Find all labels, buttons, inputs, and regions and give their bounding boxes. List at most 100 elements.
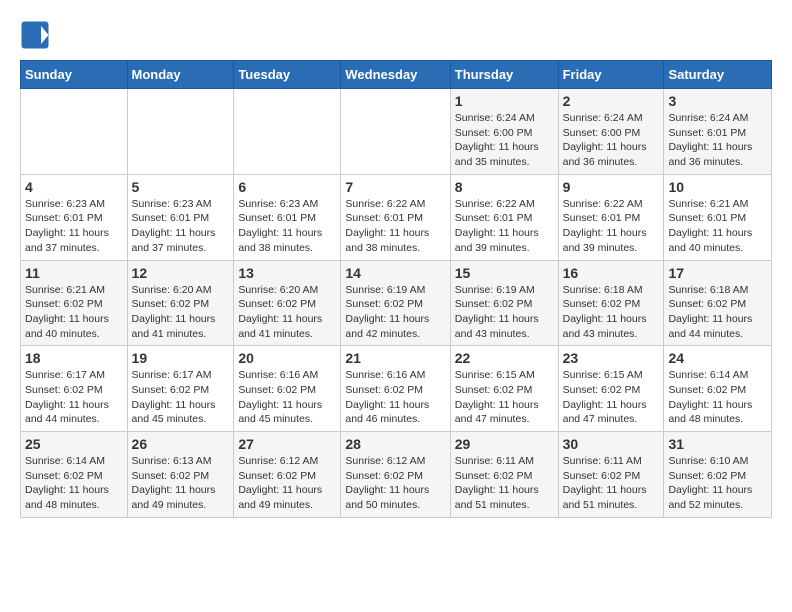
day-number: 20 bbox=[238, 350, 336, 366]
calendar-table: SundayMondayTuesdayWednesdayThursdayFrid… bbox=[20, 60, 772, 518]
day-detail: Sunrise: 6:13 AM Sunset: 6:02 PM Dayligh… bbox=[132, 454, 230, 513]
day-number: 15 bbox=[455, 265, 554, 281]
calendar-day-cell: 10 Sunrise: 6:21 AM Sunset: 6:01 PM Dayli… bbox=[664, 174, 772, 260]
day-detail: Sunrise: 6:19 AM Sunset: 6:02 PM Dayligh… bbox=[345, 283, 445, 342]
day-detail: Sunrise: 6:20 AM Sunset: 6:02 PM Dayligh… bbox=[238, 283, 336, 342]
day-number: 18 bbox=[25, 350, 123, 366]
day-number: 8 bbox=[455, 179, 554, 195]
page-header bbox=[20, 20, 772, 50]
day-detail: Sunrise: 6:23 AM Sunset: 6:01 PM Dayligh… bbox=[25, 197, 123, 256]
day-number: 16 bbox=[563, 265, 660, 281]
calendar-day-cell: 14 Sunrise: 6:19 AM Sunset: 6:02 PM Dayli… bbox=[341, 260, 450, 346]
calendar-day-cell: 9 Sunrise: 6:22 AM Sunset: 6:01 PM Daylig… bbox=[558, 174, 664, 260]
calendar-day-cell: 25Sunrise: 6:14 AM Sunset: 6:02 PM Dayli… bbox=[21, 432, 128, 518]
calendar-day-cell: 5 Sunrise: 6:23 AM Sunset: 6:01 PM Daylig… bbox=[127, 174, 234, 260]
day-detail: Sunrise: 6:11 AM Sunset: 6:02 PM Dayligh… bbox=[455, 454, 554, 513]
day-detail: Sunrise: 6:20 AM Sunset: 6:02 PM Dayligh… bbox=[132, 283, 230, 342]
day-number: 10 bbox=[668, 179, 767, 195]
day-detail: Sunrise: 6:15 AM Sunset: 6:02 PM Dayligh… bbox=[455, 368, 554, 427]
day-detail: Sunrise: 6:24 AM Sunset: 6:00 PM Dayligh… bbox=[563, 111, 660, 170]
day-detail: Sunrise: 6:15 AM Sunset: 6:02 PM Dayligh… bbox=[563, 368, 660, 427]
calendar-day-cell: 28 Sunrise: 6:12 AM Sunset: 6:02 PM Dayli… bbox=[341, 432, 450, 518]
day-number: 23 bbox=[563, 350, 660, 366]
day-detail: Sunrise: 6:12 AM Sunset: 6:02 PM Dayligh… bbox=[345, 454, 445, 513]
day-detail: Sunrise: 6:14 AM Sunset: 6:02 PM Dayligh… bbox=[668, 368, 767, 427]
calendar-day-cell: 7 Sunrise: 6:22 AM Sunset: 6:01 PM Daylig… bbox=[341, 174, 450, 260]
day-of-week-header: Thursday bbox=[450, 61, 558, 89]
calendar-day-cell: 19 Sunrise: 6:17 AM Sunset: 6:02 PM Dayli… bbox=[127, 346, 234, 432]
day-number: 22 bbox=[455, 350, 554, 366]
logo bbox=[20, 20, 54, 50]
calendar-week-row: 18 Sunrise: 6:17 AM Sunset: 6:02 PM Dayli… bbox=[21, 346, 772, 432]
calendar-day-cell: 4 Sunrise: 6:23 AM Sunset: 6:01 PM Daylig… bbox=[21, 174, 128, 260]
day-detail: Sunrise: 6:23 AM Sunset: 6:01 PM Dayligh… bbox=[132, 197, 230, 256]
day-detail: Sunrise: 6:17 AM Sunset: 6:02 PM Dayligh… bbox=[25, 368, 123, 427]
day-number: 29 bbox=[455, 436, 554, 452]
day-number: 25 bbox=[25, 436, 123, 452]
calendar-day-cell: 24Sunrise: 6:14 AM Sunset: 6:02 PM Dayli… bbox=[664, 346, 772, 432]
day-number: 7 bbox=[345, 179, 445, 195]
calendar-day-cell: 22 Sunrise: 6:15 AM Sunset: 6:02 PM Dayli… bbox=[450, 346, 558, 432]
day-of-week-header: Tuesday bbox=[234, 61, 341, 89]
day-detail: Sunrise: 6:10 AM Sunset: 6:02 PM Dayligh… bbox=[668, 454, 767, 513]
day-detail: Sunrise: 6:22 AM Sunset: 6:01 PM Dayligh… bbox=[345, 197, 445, 256]
day-number: 27 bbox=[238, 436, 336, 452]
day-detail: Sunrise: 6:18 AM Sunset: 6:02 PM Dayligh… bbox=[668, 283, 767, 342]
day-detail: Sunrise: 6:21 AM Sunset: 6:01 PM Dayligh… bbox=[668, 197, 767, 256]
calendar-day-cell: 15Sunrise: 6:19 AM Sunset: 6:02 PM Dayli… bbox=[450, 260, 558, 346]
calendar-week-row: 4 Sunrise: 6:23 AM Sunset: 6:01 PM Daylig… bbox=[21, 174, 772, 260]
calendar-day-cell: 1 Sunrise: 6:24 AM Sunset: 6:00 PM Daylig… bbox=[450, 89, 558, 175]
day-detail: Sunrise: 6:18 AM Sunset: 6:02 PM Dayligh… bbox=[563, 283, 660, 342]
day-detail: Sunrise: 6:23 AM Sunset: 6:01 PM Dayligh… bbox=[238, 197, 336, 256]
day-number: 13 bbox=[238, 265, 336, 281]
calendar-day-cell: 11 Sunrise: 6:21 AM Sunset: 6:02 PM Dayli… bbox=[21, 260, 128, 346]
calendar-day-cell: 20Sunrise: 6:16 AM Sunset: 6:02 PM Dayli… bbox=[234, 346, 341, 432]
day-detail: Sunrise: 6:21 AM Sunset: 6:02 PM Dayligh… bbox=[25, 283, 123, 342]
day-number: 26 bbox=[132, 436, 230, 452]
day-of-week-header: Sunday bbox=[21, 61, 128, 89]
calendar-day-cell: 23 Sunrise: 6:15 AM Sunset: 6:02 PM Dayli… bbox=[558, 346, 664, 432]
calendar-day-cell: 8 Sunrise: 6:22 AM Sunset: 6:01 PM Daylig… bbox=[450, 174, 558, 260]
calendar-day-cell: 6Sunrise: 6:23 AM Sunset: 6:01 PM Daylig… bbox=[234, 174, 341, 260]
day-number: 5 bbox=[132, 179, 230, 195]
day-number: 9 bbox=[563, 179, 660, 195]
calendar-day-cell: 16 Sunrise: 6:18 AM Sunset: 6:02 PM Dayli… bbox=[558, 260, 664, 346]
calendar-day-cell: 17 Sunrise: 6:18 AM Sunset: 6:02 PM Dayli… bbox=[664, 260, 772, 346]
day-detail: Sunrise: 6:24 AM Sunset: 6:00 PM Dayligh… bbox=[455, 111, 554, 170]
day-number: 2 bbox=[563, 93, 660, 109]
day-detail: Sunrise: 6:22 AM Sunset: 6:01 PM Dayligh… bbox=[455, 197, 554, 256]
calendar-week-row: 1 Sunrise: 6:24 AM Sunset: 6:00 PM Daylig… bbox=[21, 89, 772, 175]
calendar-day-cell: 21 Sunrise: 6:16 AM Sunset: 6:02 PM Dayli… bbox=[341, 346, 450, 432]
day-number: 30 bbox=[563, 436, 660, 452]
calendar-day-cell: 26 Sunrise: 6:13 AM Sunset: 6:02 PM Dayli… bbox=[127, 432, 234, 518]
calendar-day-cell bbox=[21, 89, 128, 175]
day-detail: Sunrise: 6:12 AM Sunset: 6:02 PM Dayligh… bbox=[238, 454, 336, 513]
day-of-week-header: Monday bbox=[127, 61, 234, 89]
day-of-week-header: Wednesday bbox=[341, 61, 450, 89]
day-number: 14 bbox=[345, 265, 445, 281]
day-number: 31 bbox=[668, 436, 767, 452]
calendar-day-cell: 27 Sunrise: 6:12 AM Sunset: 6:02 PM Dayli… bbox=[234, 432, 341, 518]
calendar-day-cell: 30 Sunrise: 6:11 AM Sunset: 6:02 PM Dayli… bbox=[558, 432, 664, 518]
day-number: 21 bbox=[345, 350, 445, 366]
day-detail: Sunrise: 6:17 AM Sunset: 6:02 PM Dayligh… bbox=[132, 368, 230, 427]
day-of-week-header: Saturday bbox=[664, 61, 772, 89]
calendar-week-row: 11 Sunrise: 6:21 AM Sunset: 6:02 PM Dayli… bbox=[21, 260, 772, 346]
day-number: 17 bbox=[668, 265, 767, 281]
day-number: 19 bbox=[132, 350, 230, 366]
day-detail: Sunrise: 6:16 AM Sunset: 6:02 PM Dayligh… bbox=[345, 368, 445, 427]
day-of-week-header: Friday bbox=[558, 61, 664, 89]
day-detail: Sunrise: 6:24 AM Sunset: 6:01 PM Dayligh… bbox=[668, 111, 767, 170]
day-detail: Sunrise: 6:22 AM Sunset: 6:01 PM Dayligh… bbox=[563, 197, 660, 256]
calendar-day-cell: 12Sunrise: 6:20 AM Sunset: 6:02 PM Dayli… bbox=[127, 260, 234, 346]
calendar-day-cell: 13 Sunrise: 6:20 AM Sunset: 6:02 PM Dayli… bbox=[234, 260, 341, 346]
day-number: 28 bbox=[345, 436, 445, 452]
calendar-day-cell: 29 Sunrise: 6:11 AM Sunset: 6:02 PM Dayli… bbox=[450, 432, 558, 518]
day-number: 4 bbox=[25, 179, 123, 195]
logo-icon bbox=[20, 20, 50, 50]
day-number: 11 bbox=[25, 265, 123, 281]
calendar-day-cell bbox=[234, 89, 341, 175]
day-number: 1 bbox=[455, 93, 554, 109]
day-detail: Sunrise: 6:11 AM Sunset: 6:02 PM Dayligh… bbox=[563, 454, 660, 513]
calendar-day-cell bbox=[127, 89, 234, 175]
